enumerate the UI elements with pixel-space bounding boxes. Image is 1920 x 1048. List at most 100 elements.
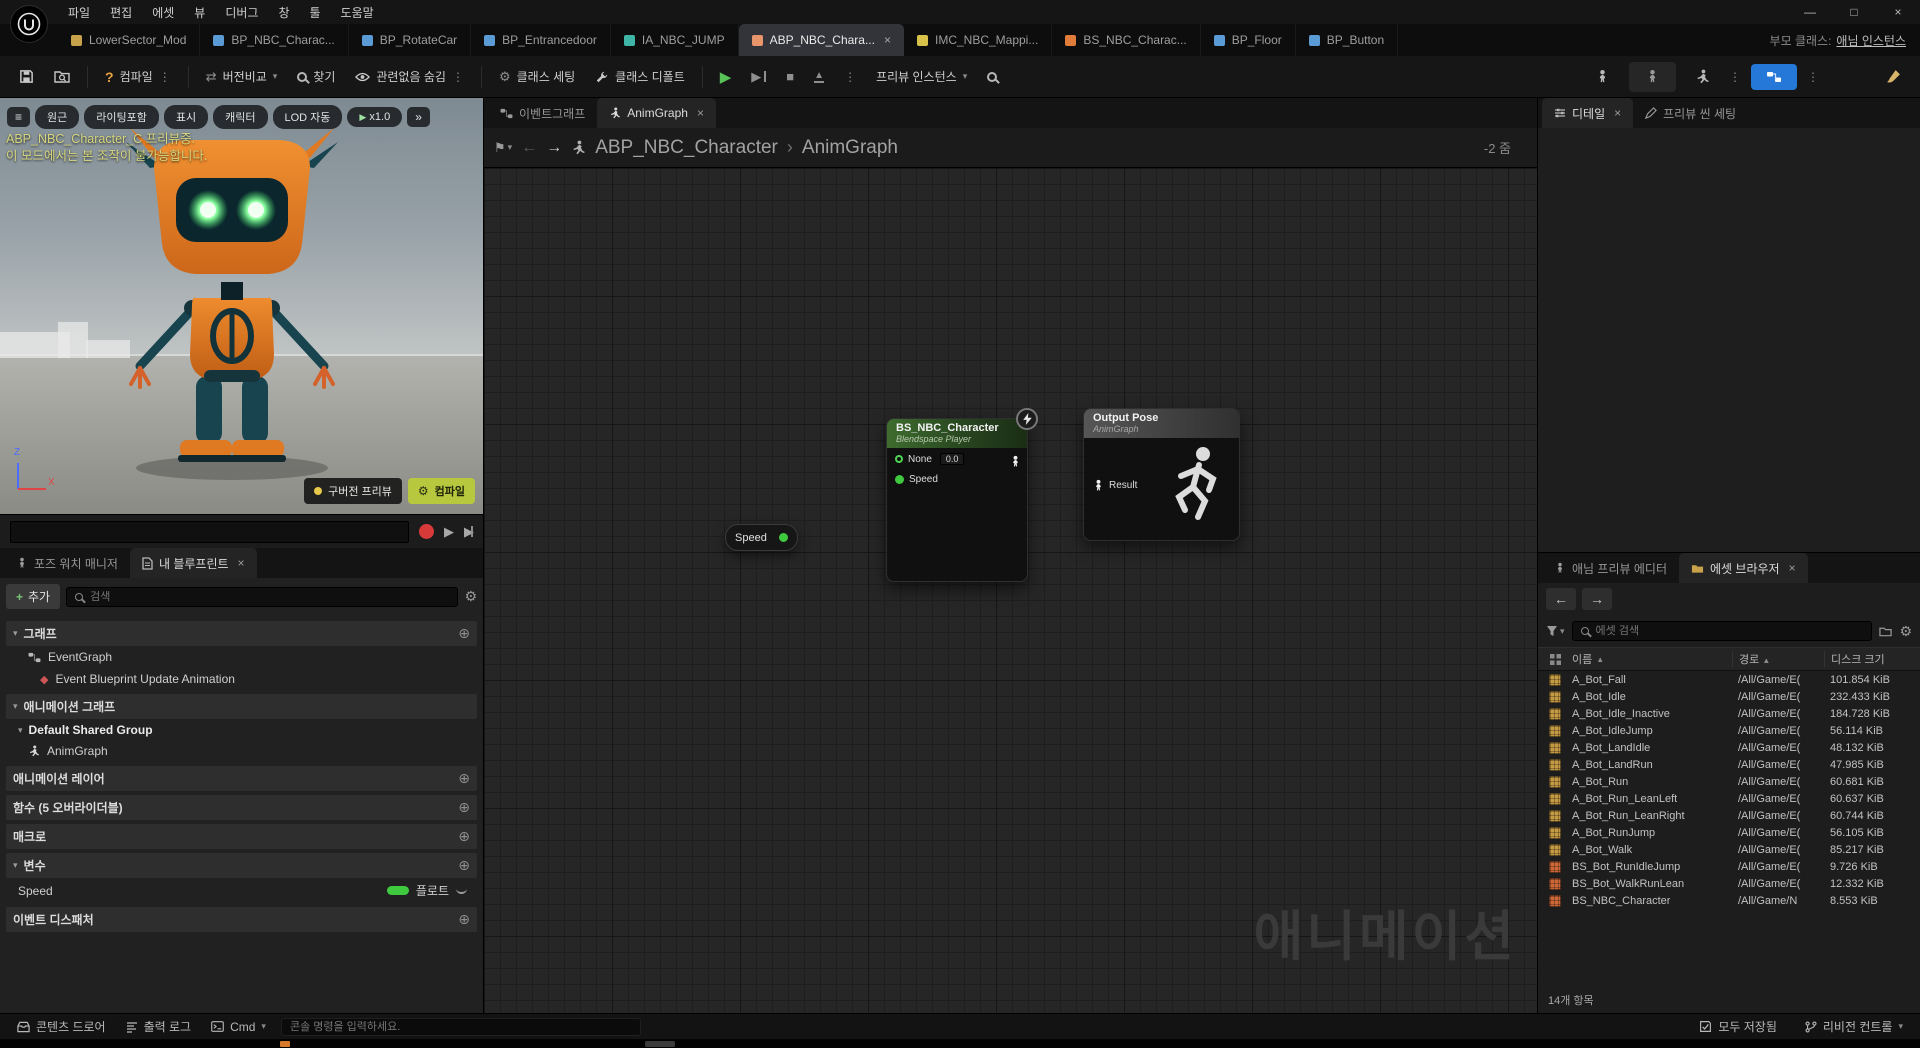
tab-my-blueprint[interactable]: 내 블루프린트 × [130, 548, 257, 578]
revision-control-button[interactable]: 리비전 컨트롤 ▾ [1796, 1015, 1912, 1038]
menu-item[interactable]: 도움말 [331, 0, 384, 24]
hide-unrelated-button[interactable]: 관련없음 숨김 ⋮ [346, 62, 473, 92]
tab-animgraph[interactable]: AnimGraph × [597, 98, 716, 128]
tab-pose-watch-manager[interactable]: 포즈 워치 매니저 [4, 548, 130, 578]
asset-tab[interactable]: BP_NBC_Charac... [200, 24, 348, 56]
settings-gear-icon[interactable]: ⚙ [1899, 623, 1912, 640]
collapse-icon[interactable]: ▾ [13, 701, 18, 712]
my-blueprint-search-input[interactable] [90, 591, 449, 603]
pin-value-box[interactable]: 0.0 [940, 453, 965, 465]
console-command-input[interactable] [290, 1021, 632, 1033]
frame-skip-button[interactable]: ▶ [742, 62, 775, 92]
paint-brush-button[interactable] [1877, 62, 1910, 92]
section-graphs[interactable]: ▾ 그래프 ⊕ [6, 621, 477, 646]
group-default-shared[interactable]: ▾ Default Shared Group [6, 719, 477, 740]
column-name[interactable]: 이름▲ [1572, 651, 1732, 667]
asset-row[interactable]: A_Bot_Run_LeanLeft /All/Game/E( 60.637 K… [1538, 790, 1920, 807]
cmd-dropdown[interactable]: Cmd ▾ [202, 1017, 275, 1037]
column-disk-size[interactable]: 디스크 크기 [1824, 651, 1920, 667]
diff-button[interactable]: ⇄ 버전비교 ▾ [197, 62, 287, 92]
asset-row[interactable]: A_Bot_Fall /All/Game/E( 101.854 KiB [1538, 671, 1920, 688]
add-function-icon[interactable]: ⊕ [458, 799, 470, 816]
menu-item[interactable]: 파일 [58, 0, 100, 24]
debug-filter-button[interactable] [978, 62, 1006, 92]
item-animgraph[interactable]: AnimGraph [6, 740, 477, 762]
speed-input-pin[interactable] [895, 475, 904, 484]
asset-tab[interactable]: IMC_NBC_Mappi... [904, 24, 1052, 56]
unreal-logo-icon[interactable] [10, 5, 48, 43]
playback-speed-button[interactable]: ▶ x1.0 [347, 107, 402, 127]
menu-item[interactable]: 편집 [100, 0, 142, 24]
blendspace-player-node[interactable]: BS_NBC_Character Blendspace Player None … [886, 418, 1028, 582]
minimize-icon[interactable]: — [1788, 0, 1832, 24]
breadcrumb-root[interactable]: ABP_NBC_Character [595, 137, 778, 159]
dots-icon[interactable]: ⋮ [1807, 70, 1819, 84]
asset-tab[interactable]: IA_NBC_JUMP [611, 24, 739, 56]
find-button[interactable]: 찾기 [288, 62, 344, 92]
legacy-preview-button[interactable]: 구버전 프리뷰 [304, 478, 402, 504]
output-log-button[interactable]: 출력 로그 [117, 1015, 201, 1038]
nav-back-icon[interactable]: ← [521, 139, 537, 157]
tab-preview-scene-settings[interactable]: 프리뷰 씬 세팅 [1633, 98, 1748, 128]
pose-output-pin[interactable] [1009, 455, 1022, 468]
close-icon[interactable]: × [1876, 0, 1920, 24]
timeline-step-button[interactable]: ▶ [464, 524, 473, 540]
asset-row[interactable]: A_Bot_IdleJump /All/Game/E( 56.114 KiB [1538, 722, 1920, 739]
collapse-icon[interactable]: ▾ [13, 628, 18, 639]
float-output-pin[interactable] [779, 533, 788, 542]
persona-mesh-button[interactable] [1629, 62, 1676, 92]
collapse-icon[interactable]: ▾ [18, 725, 23, 736]
add-button[interactable]: + 추가 [6, 584, 60, 609]
compile-options-icon[interactable]: ⋮ [159, 70, 171, 84]
column-type-icon[interactable] [1538, 654, 1572, 665]
eye-closed-icon[interactable] [456, 888, 467, 894]
asset-searchbox[interactable] [1572, 621, 1873, 641]
close-icon[interactable]: × [884, 33, 891, 47]
asset-row[interactable]: A_Bot_Run /All/Game/E( 60.681 KiB [1538, 773, 1920, 790]
asset-row[interactable]: A_Bot_LandRun /All/Game/E( 47.985 KiB [1538, 756, 1920, 773]
all-saved-button[interactable]: 모두 저장됨 [1690, 1015, 1786, 1038]
asset-tab[interactable]: BP_RotateCar [349, 24, 471, 56]
save-button[interactable] [10, 62, 43, 92]
viewport-pill-button[interactable]: 원근 [35, 105, 79, 129]
tab-asset-browser[interactable]: 에셋 브라우저 × [1679, 553, 1808, 583]
close-icon[interactable]: × [1789, 561, 1796, 575]
section-event-dispatchers[interactable]: 이벤트 디스패처 ⊕ [6, 907, 477, 932]
asset-tab[interactable]: BP_Floor [1201, 24, 1296, 56]
asset-row[interactable]: BS_Bot_RunIdleJump /All/Game/E( 9.726 Ki… [1538, 858, 1920, 875]
tab-eventgraph[interactable]: 이벤트그래프 [488, 98, 597, 128]
playback-options-button[interactable]: ⋮ [835, 62, 865, 92]
compile-button[interactable]: ? 컴파일 ⋮ [96, 62, 180, 92]
maximize-icon[interactable]: □ [1832, 0, 1876, 24]
section-variables[interactable]: ▾ 변수 ⊕ [6, 853, 477, 878]
preview-instance-dropdown[interactable]: 프리뷰 인스턴스 ▾ [867, 62, 976, 92]
asset-row[interactable]: BS_NBC_Character /All/Game/N 8.553 KiB [1538, 892, 1920, 909]
persona-animation-button[interactable] [1686, 62, 1719, 92]
tab-anim-preview-editor[interactable]: 애님 프리뷰 에디터 [1542, 553, 1679, 583]
asset-tab[interactable]: BS_NBC_Charac... [1052, 24, 1200, 56]
asset-tab[interactable]: LowerSector_Mod [58, 24, 200, 56]
add-graph-icon[interactable]: ⊕ [458, 625, 470, 642]
asset-tab[interactable]: ABP_NBC_Chara... × [739, 24, 904, 56]
animgraph-canvas[interactable]: Speed BS_NBC_Character Blendspace Player… [484, 168, 1537, 1013]
close-icon[interactable]: × [1614, 106, 1621, 120]
menu-item[interactable]: 에셋 [142, 0, 184, 24]
breadcrumb-leaf[interactable]: AnimGraph [802, 137, 898, 159]
nav-back-button[interactable]: ← [1546, 588, 1576, 610]
add-dispatcher-icon[interactable]: ⊕ [458, 911, 470, 928]
section-animation-graphs[interactable]: ▾ 애니메이션 그래프 [6, 694, 477, 719]
bookmark-flag-icon[interactable]: ⚑▾ [494, 140, 512, 156]
console-command-field[interactable] [281, 1018, 641, 1036]
item-event-update-animation[interactable]: ◆ Event Blueprint Update Animation [6, 668, 477, 690]
add-layer-icon[interactable]: ⊕ [458, 770, 470, 787]
tab-details[interactable]: 디테일 × [1542, 98, 1633, 128]
viewport-pill-button[interactable]: 라이팅포함 [84, 105, 159, 129]
viewport-compile-button[interactable]: ⚙ 컴파일 [408, 478, 475, 504]
asset-tab[interactable]: BP_Button [1296, 24, 1398, 56]
column-path[interactable]: 경로 ▲ [1732, 651, 1824, 667]
menu-item[interactable]: 창 [268, 0, 299, 24]
menu-item[interactable]: 뷰 [184, 0, 215, 24]
hide-options-icon[interactable]: ⋮ [452, 70, 464, 84]
browse-asset-button[interactable] [45, 62, 79, 92]
viewport-pill-button[interactable]: 표시 [164, 105, 208, 129]
